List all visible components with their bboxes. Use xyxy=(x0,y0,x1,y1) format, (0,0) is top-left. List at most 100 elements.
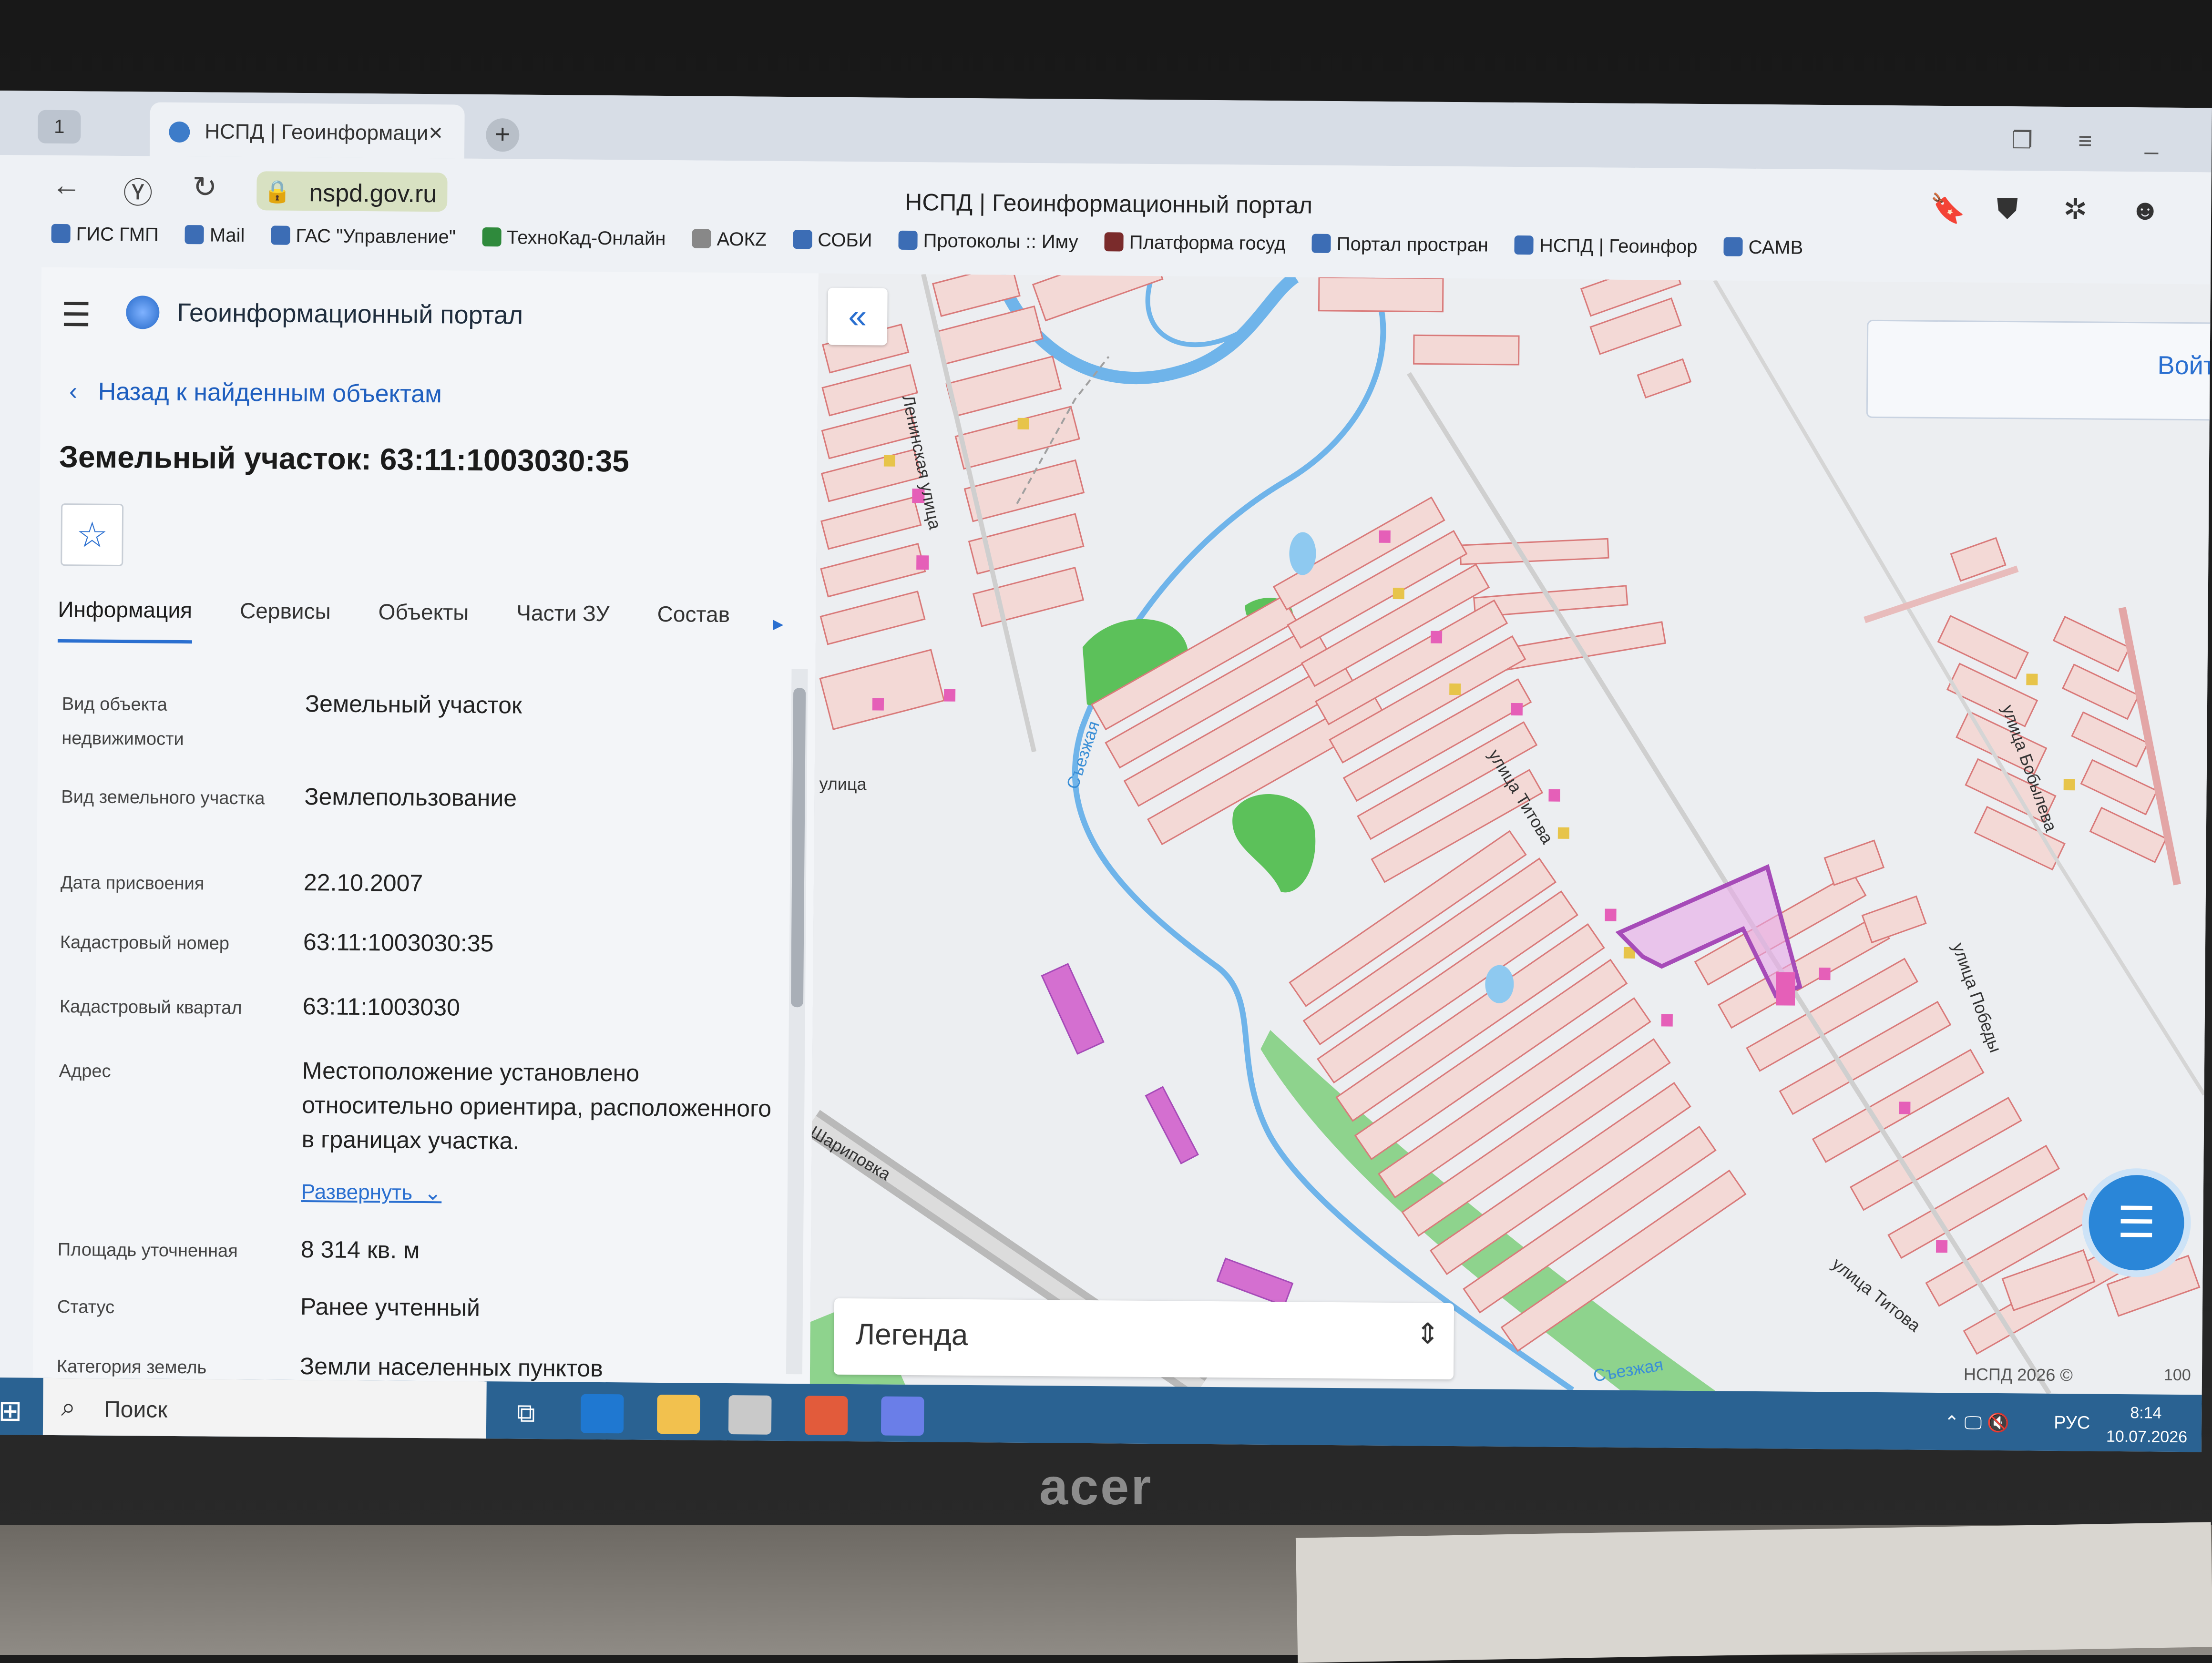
bookmark-favicon-icon xyxy=(51,224,71,244)
taskbar-search-placeholder[interactable]: Поиск xyxy=(104,1397,167,1423)
field-value: 8 314 кв. м xyxy=(300,1236,420,1264)
bookmark-favicon-icon xyxy=(271,225,290,245)
bookmark-item[interactable]: ГАС "Управление" xyxy=(271,225,456,248)
clock-date[interactable]: 10.07.2026 xyxy=(2106,1428,2187,1447)
portal-logo-icon xyxy=(126,296,160,329)
paper-note xyxy=(1295,1522,2212,1663)
bookmark-favicon-icon xyxy=(1514,235,1534,255)
object-title: Земельный участок: 63:11:1003030:35 xyxy=(59,439,630,479)
bookmark-icon[interactable]: 🔖 xyxy=(1930,192,1966,226)
app-icon[interactable] xyxy=(728,1395,772,1435)
tab-parts[interactable]: Части ЗУ xyxy=(516,600,610,644)
expand-collapse-icon[interactable]: ⇕ xyxy=(1415,1317,1440,1350)
favorite-star-icon[interactable]: ☆ xyxy=(61,503,124,567)
profile-icon[interactable]: ☻ xyxy=(2130,193,2161,226)
bookmark-item[interactable]: ГИС ГМП xyxy=(51,224,159,246)
bookmark-item[interactable]: Протоколы :: Иму xyxy=(898,230,1078,253)
field-label: Статус xyxy=(57,1297,115,1317)
menu-icon[interactable]: ≡ xyxy=(2078,127,2092,154)
window-title: НСПД | Геоинформационный портал xyxy=(905,188,1313,219)
bookmark-favicon-icon xyxy=(898,230,918,250)
map-copyright: НСПД 2026 © xyxy=(1963,1364,2073,1385)
search-icon: ⌕ xyxy=(61,1393,76,1422)
bookmark-favicon-icon xyxy=(1723,237,1743,256)
site-favicon-icon xyxy=(169,121,190,143)
field-label: Площадь уточненная xyxy=(57,1240,238,1261)
field-value: 63:11:1003030:35 xyxy=(303,928,494,957)
monitor-brand: acer xyxy=(1039,1458,1153,1515)
map-scale: 100 xyxy=(2163,1366,2191,1385)
field-label: Дата присвоения xyxy=(60,873,205,894)
field-value: 22.10.2007 xyxy=(303,869,423,897)
portal-title: Геоинформационный портал xyxy=(177,298,523,330)
back-arrow-icon[interactable]: ← xyxy=(51,168,82,202)
new-tab-button[interactable]: + xyxy=(486,118,520,152)
clock-time[interactable]: 8:14 xyxy=(2130,1404,2161,1423)
lock-icon: 🔒 xyxy=(264,179,291,204)
bookmark-item[interactable]: НСПД | Геоинфор xyxy=(1514,235,1698,258)
tab-counter[interactable]: 1 xyxy=(38,110,81,144)
field-value: Ранее учтенный xyxy=(300,1293,481,1321)
language-indicator[interactable]: РУС xyxy=(2054,1413,2090,1434)
bookmark-favicon-icon xyxy=(1104,232,1124,252)
bookmark-item[interactable]: СОБИ xyxy=(793,229,872,251)
tray-icons[interactable]: ⌃ 🖵 🔇 xyxy=(1944,1412,2009,1434)
info-tabs: Информация Сервисы Объекты Части ЗУ Состав xyxy=(57,596,778,650)
document-icon xyxy=(692,229,711,248)
field-label: Вид земельного участка xyxy=(61,787,265,809)
yandex-icon[interactable]: Ⓨ xyxy=(123,169,153,212)
tab-close-button[interactable]: × xyxy=(429,119,443,146)
field-value: Земельный участок xyxy=(305,690,522,719)
info-panel xyxy=(32,267,820,1384)
bookmark-favicon-icon xyxy=(481,227,502,247)
reload-icon[interactable]: ↻ xyxy=(192,169,217,204)
file-explorer-icon[interactable] xyxy=(656,1394,700,1434)
window-snap-icon[interactable]: ❐ xyxy=(2011,126,2033,154)
field-label: Адрес xyxy=(59,1061,111,1081)
screen: 1 НСПД | Геоинформаци × + ❐ ≡ _ ← Ⓨ ↻ 🔒 … xyxy=(0,91,2212,1452)
outlook-icon[interactable] xyxy=(580,1394,624,1434)
hamburger-menu-icon[interactable]: ☰ xyxy=(61,295,91,334)
expand-address-link[interactable]: Развернуть ⌄ xyxy=(301,1180,442,1205)
shield-icon[interactable]: ⛊ xyxy=(1997,192,2018,225)
field-label: Кадастровый квартал xyxy=(59,997,242,1019)
panel-scrollbar-thumb[interactable] xyxy=(790,688,806,1008)
login-label[interactable]: Войт xyxy=(2157,351,2212,381)
chevron-left-icon: ‹ xyxy=(69,377,98,406)
extension-icon[interactable]: ✲ xyxy=(2063,193,2088,226)
street-label: улица xyxy=(819,774,867,794)
chevron-down-icon: ⌄ xyxy=(412,1181,442,1205)
field-value: Местоположение установлено относительно … xyxy=(301,1057,772,1154)
field-label: Кадастровый номер xyxy=(60,932,230,954)
bookmark-favicon-icon xyxy=(793,230,812,249)
minimize-icon[interactable]: _ xyxy=(2145,127,2158,155)
tab-objects[interactable]: Объекты xyxy=(378,599,469,642)
field-value: Землепользование xyxy=(304,783,517,812)
store-icon[interactable] xyxy=(804,1396,848,1436)
windows-start-icon[interactable]: ⊞ xyxy=(0,1394,22,1428)
yandex-browser-icon[interactable] xyxy=(881,1396,924,1436)
legend-title: Легенда xyxy=(855,1318,968,1352)
tabs-scroll-right-icon[interactable]: ▸ xyxy=(773,612,783,636)
tab-composition[interactable]: Состав xyxy=(657,601,730,644)
field-value: 63:11:1003030 xyxy=(302,993,461,1021)
tab-information[interactable]: Информация xyxy=(57,596,193,644)
tab-title[interactable]: НСПД | Геоинформаци xyxy=(205,120,429,145)
bookmark-item[interactable]: САМВ xyxy=(1723,236,1803,258)
bookmark-item[interactable]: Платформа госуд xyxy=(1104,232,1286,255)
task-view-icon[interactable]: ⧉ xyxy=(504,1393,548,1433)
field-label: Вид объекта недвижимости xyxy=(61,694,184,750)
bookmark-favicon-icon xyxy=(1311,234,1331,253)
bookmark-item[interactable]: ТехноКад-Онлайн xyxy=(481,227,666,250)
url-text[interactable]: nspd.gov.ru xyxy=(309,179,437,208)
tab-services[interactable]: Сервисы xyxy=(240,598,331,641)
bookmark-favicon-icon xyxy=(184,225,205,245)
bookmark-item[interactable]: Mail xyxy=(184,224,245,246)
bookmark-item[interactable]: Портал простран xyxy=(1311,234,1488,256)
cadastral-map[interactable]: Ленинская улица улица Титова улица Титов… xyxy=(809,273,2211,1395)
bookmark-item[interactable]: АОКZ xyxy=(692,228,767,250)
chat-icon[interactable]: ☰ xyxy=(2088,1174,2185,1271)
back-to-results-link[interactable]: ‹ Назад к найденным объектам xyxy=(69,377,442,408)
collapse-panel-button[interactable]: « xyxy=(827,287,888,346)
map-canvas xyxy=(809,273,2211,1395)
